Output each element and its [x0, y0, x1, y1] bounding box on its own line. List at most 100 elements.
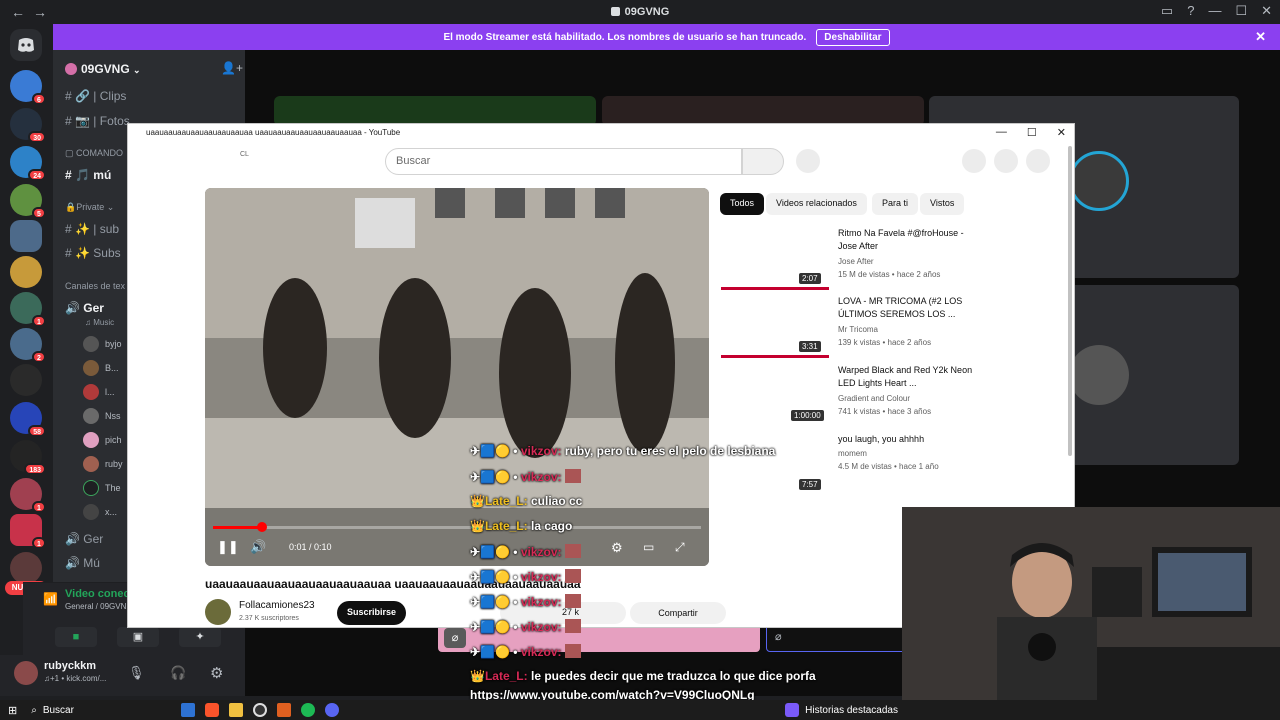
category-text-channels[interactable]: Canales de tex: [65, 281, 125, 291]
server-icon[interactable]: 1: [10, 478, 46, 513]
recommended-video[interactable]: 2:07 Ritmo Na Favela #@froHouse - Jose A…: [721, 227, 971, 290]
progress-handle[interactable]: [256, 522, 267, 532]
voice-channel-general[interactable]: 🔊 Ger: [65, 301, 104, 315]
server-icon[interactable]: [10, 364, 42, 396]
server-icon[interactable]: [10, 552, 42, 584]
fullscreen-icon[interactable]: ⤢: [675, 540, 685, 555]
video-frame: [205, 188, 709, 566]
minimize-icon[interactable]: —: [996, 126, 1007, 139]
channel-fotos[interactable]: # 📷 | Fotos: [65, 114, 130, 128]
category-private[interactable]: 🔒Private ⌄: [65, 202, 114, 213]
avatar[interactable]: [14, 661, 38, 685]
voice-member[interactable]: Nss: [83, 408, 121, 424]
youtube-logo[interactable]: CL: [240, 151, 249, 158]
news-widget[interactable]: Historias destacadas: [805, 705, 898, 716]
maximize-icon[interactable]: ☐: [1235, 3, 1247, 19]
activities-icon[interactable]: ✦: [179, 627, 221, 647]
maximize-icon[interactable]: ☐: [1027, 126, 1037, 139]
voice-member[interactable]: x...: [83, 504, 117, 520]
server-icon[interactable]: 1: [10, 292, 46, 327]
disable-streamer-button[interactable]: Deshabilitar: [816, 28, 890, 46]
channel-sub[interactable]: # ✨ | sub: [65, 222, 119, 236]
voice-channel-general-2[interactable]: 🔊 Ger: [65, 532, 103, 546]
account-avatar[interactable]: [1026, 149, 1050, 173]
server-icon[interactable]: [10, 256, 42, 288]
voice-search-icon[interactable]: [796, 149, 820, 173]
channel-musica[interactable]: # 🎵 mú: [65, 168, 111, 182]
category-comandos[interactable]: ▢ COMANDO: [65, 148, 123, 159]
pause-icon[interactable]: ❚❚: [217, 539, 239, 555]
progress-track[interactable]: [213, 522, 701, 532]
news-icon[interactable]: [785, 703, 800, 717]
spotify-icon[interactable]: [300, 703, 315, 717]
server-icon[interactable]: 183: [10, 440, 46, 475]
inbox-icon[interactable]: ▭: [1161, 3, 1173, 19]
chip-todos[interactable]: Todos: [720, 193, 765, 215]
share-button[interactable]: Compartir: [630, 602, 726, 624]
browser-icon[interactable]: [204, 703, 219, 717]
volume-icon[interactable]: 🔊: [250, 539, 266, 555]
server-icon[interactable]: 6: [10, 70, 46, 105]
channel-clips[interactable]: # 🔗 | Clips: [65, 89, 126, 103]
close-icon[interactable]: ✕: [1057, 126, 1066, 139]
chip-for-you[interactable]: Para ti: [872, 193, 919, 215]
theater-mode-icon[interactable]: ▭: [643, 540, 654, 554]
video-duration: 3:31: [799, 341, 821, 352]
windows-start-icon[interactable]: ⊞: [8, 704, 17, 717]
channel-avatar[interactable]: [205, 599, 231, 625]
chip-related[interactable]: Videos relacionados: [766, 193, 867, 215]
server-name-header[interactable]: 09GVNG ⌄: [65, 62, 141, 76]
server-icon[interactable]: 30: [10, 108, 46, 143]
video-player[interactable]: ❚❚ 🔊 0:01 / 0:10 ⚙ ▭ ⤢: [205, 188, 709, 566]
stream-tile[interactable]: [602, 96, 924, 126]
server-icon[interactable]: 5: [10, 184, 46, 219]
microphone-icon[interactable]: 🎙: [128, 665, 145, 681]
settings-gear-icon[interactable]: ⚙: [611, 540, 623, 556]
search-button[interactable]: [742, 148, 784, 175]
settings-gear-icon[interactable]: ⚙: [210, 664, 223, 682]
close-icon[interactable]: ✕: [1261, 3, 1272, 19]
voice-member[interactable]: l...: [83, 384, 115, 400]
obs-icon[interactable]: [252, 703, 267, 717]
close-icon[interactable]: ✕: [1255, 29, 1266, 45]
app-icon[interactable]: [276, 703, 291, 717]
voice-member[interactable]: ruby: [83, 456, 123, 472]
task-view-icon[interactable]: [180, 703, 195, 717]
server-icon[interactable]: 58: [10, 402, 46, 437]
voice-channel-musica[interactable]: 🔊 Mú: [65, 556, 100, 570]
server-icon[interactable]: 1: [10, 514, 46, 549]
subscribe-button[interactable]: Suscribirse: [337, 601, 407, 625]
taskbar: ⊞ ⌕ Buscar Historias destacadas: [0, 700, 1280, 720]
scrollbar[interactable]: [1068, 146, 1072, 456]
add-member-icon[interactable]: 👤+: [221, 61, 243, 75]
video-duration: 2:07: [799, 273, 821, 284]
channel-name[interactable]: Follacamiones23: [239, 600, 315, 611]
recommended-video[interactable]: 1:00:00 Warped Black and Red Y2k Neon LE…: [721, 364, 972, 426]
discord-icon[interactable]: [324, 703, 339, 717]
screen-share-icon[interactable]: ▣: [117, 627, 159, 647]
server-folder-icon[interactable]: [10, 220, 42, 252]
search-input[interactable]: Buscar: [385, 148, 742, 175]
home-icon[interactable]: [10, 29, 42, 61]
recommended-video[interactable]: 7:57 you laugh, you ahhhh momem 4.5 M de…: [721, 433, 971, 495]
stream-tile[interactable]: [274, 96, 596, 126]
user-panel: rubyckkm ♫+1 • kick.com/... 🎙 🎧 ⚙: [0, 655, 245, 696]
camera-icon[interactable]: ■: [55, 627, 97, 647]
create-icon[interactable]: [962, 149, 986, 173]
emote-icon: [564, 544, 581, 558]
help-icon[interactable]: ?: [1187, 3, 1194, 19]
server-icon[interactable]: 2: [10, 328, 46, 363]
voice-member[interactable]: pich: [83, 432, 122, 448]
minimize-icon[interactable]: —: [1208, 3, 1221, 19]
headset-icon[interactable]: 🎧: [170, 665, 186, 681]
recommended-video[interactable]: 3:31 LOVA - MR TRICOMA (#2 LOS ÚLTIMOS S…: [721, 295, 971, 358]
file-explorer-icon[interactable]: [228, 703, 243, 717]
channel-subs[interactable]: # ✨ Subs: [65, 246, 121, 260]
taskbar-search[interactable]: Buscar: [43, 705, 173, 716]
server-icon[interactable]: 24: [10, 146, 46, 181]
voice-member[interactable]: B...: [83, 360, 119, 376]
voice-member[interactable]: The: [83, 480, 121, 496]
notifications-icon[interactable]: [994, 149, 1018, 173]
voice-member[interactable]: byjo: [83, 336, 122, 352]
chip-watched[interactable]: Vistos: [920, 193, 965, 215]
